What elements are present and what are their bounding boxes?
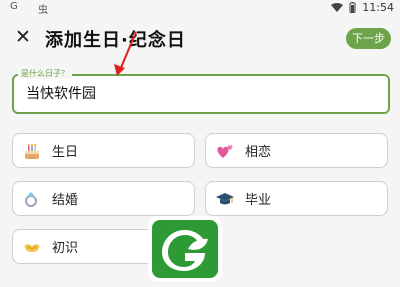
option-marriage[interactable]: 结婚: [12, 181, 195, 216]
occasion-name-label: 是什么日子？: [18, 68, 72, 79]
option-label: 结婚: [52, 193, 79, 208]
status-indicator-bug: 虫: [38, 5, 48, 16]
option-label: 相恋: [245, 145, 272, 160]
option-label: 生日: [52, 145, 79, 160]
next-step-button[interactable]: 下一步: [346, 28, 391, 49]
occasion-name-input[interactable]: [24, 84, 368, 102]
hearts-icon: [217, 144, 233, 158]
handshake-icon: [24, 243, 40, 252]
app-bar: ✕ 添加生日·纪念日: [0, 18, 400, 58]
option-birthday[interactable]: 生日: [12, 133, 195, 168]
option-label: 毕业: [245, 193, 272, 208]
status-time: 11:54: [362, 1, 394, 14]
cake-icon: [25, 143, 39, 159]
status-indicator-g: G: [10, 1, 18, 12]
close-icon[interactable]: ✕: [12, 26, 34, 48]
leaf-logo-watermark: [148, 216, 222, 282]
occasion-name-field[interactable]: [12, 74, 390, 114]
battery-icon: [349, 2, 356, 13]
status-right-group: 11:54: [331, 1, 394, 14]
option-label: 初识: [52, 241, 79, 256]
status-bar: G 虫 11:54: [0, 0, 400, 16]
option-graduation[interactable]: 毕业: [205, 181, 388, 216]
option-in-love[interactable]: 相恋: [205, 133, 388, 168]
graduation-cap-icon: [216, 192, 234, 204]
ring-icon: [25, 191, 37, 207]
wifi-icon: [331, 2, 344, 12]
red-arrow-annotation: [114, 31, 137, 76]
